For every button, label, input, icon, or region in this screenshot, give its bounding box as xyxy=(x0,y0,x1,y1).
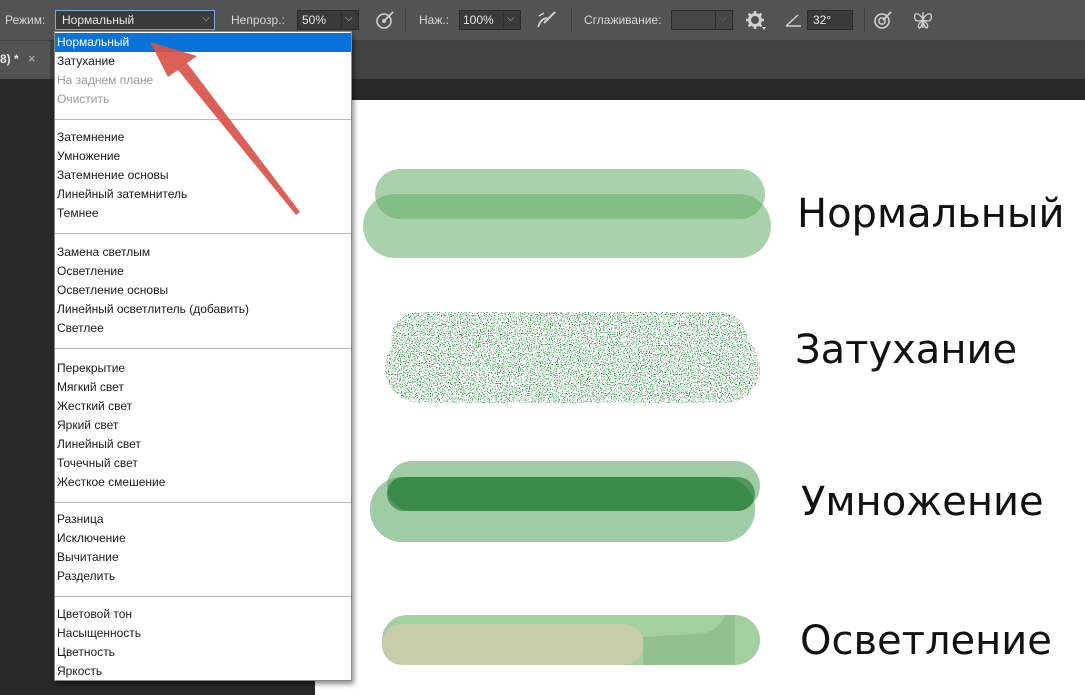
menu-group: Замена светлым Осветление Осветление основ… xyxy=(55,243,351,338)
menu-item[interactable]: Цветность xyxy=(55,643,351,662)
menu-item[interactable]: Вычитание xyxy=(55,548,351,567)
smoothing-label: Сглаживание: xyxy=(584,13,662,27)
menu-divider xyxy=(55,596,351,597)
airbrush-pressure-icon[interactable] xyxy=(374,9,396,31)
menu-item[interactable]: Нормальный xyxy=(55,33,351,52)
menu-item[interactable]: Замена светлым xyxy=(55,243,351,262)
document-tab-title: 8) * xyxy=(0,52,19,66)
mode-select[interactable]: Нормальный ⌵ xyxy=(55,10,215,30)
menu-item[interactable]: Линейный осветлитель (добавить) xyxy=(55,300,351,319)
opacity-label: Непрозр.: xyxy=(231,13,285,27)
angle-value: 32° xyxy=(813,13,832,27)
pressure-input[interactable]: 100% ⌵ xyxy=(459,10,521,30)
mode-label: Режим: xyxy=(5,13,46,27)
menu-item[interactable]: Перекрытие xyxy=(55,359,351,378)
menu-item: Очистить xyxy=(57,92,110,106)
menu-item[interactable]: Яркий свет xyxy=(55,416,351,435)
pressure-value: 100% xyxy=(463,13,494,27)
menu-item[interactable]: Светлее xyxy=(55,319,351,338)
menu-group: Цветовой тон Насыщенность Цветность Яркость xyxy=(55,605,351,681)
menu-item[interactable]: Темнее xyxy=(55,204,351,223)
mode-select-value: Нормальный xyxy=(62,13,135,27)
menu-item[interactable]: Насыщенность xyxy=(55,624,351,643)
close-icon[interactable]: × xyxy=(28,51,36,66)
angle-icon xyxy=(785,14,801,27)
multiply-label: Умножение xyxy=(801,479,1044,525)
brush-samples xyxy=(363,169,771,665)
menu-group: Затемнение Умножение Затемнение основы Лине… xyxy=(55,128,351,223)
pressure-dropdown-button[interactable]: ⌵ xyxy=(503,11,520,29)
menu-item[interactable]: Яркость xyxy=(55,662,351,681)
menu-item[interactable]: Осветление основы xyxy=(55,281,351,300)
normal-blend-sample xyxy=(363,169,771,258)
smoothing-dropdown-button[interactable]: ⌵ xyxy=(715,11,732,29)
color-dodge-blend-sample xyxy=(382,615,760,665)
menu-item[interactable]: Осветление xyxy=(55,262,351,281)
document-canvas[interactable]: Нормальный Затухание Умножение Осветлени… xyxy=(315,100,1085,695)
menu-item[interactable]: Линейный свет xyxy=(55,435,351,454)
pressure-label: Наж.: xyxy=(419,13,450,27)
angle-input[interactable]: 32° xyxy=(807,10,853,30)
menu-item[interactable]: Мягкий свет xyxy=(55,378,351,397)
menu-group: Перекрытие Мягкий свет Жесткий свет Яркий с… xyxy=(55,359,351,492)
menu-item[interactable]: Точечный свет xyxy=(55,454,351,473)
opacity-value: 50% xyxy=(302,13,327,27)
menu-divider xyxy=(55,348,351,349)
menu-item[interactable]: Жесткое смешение xyxy=(55,473,351,492)
pressure-opacity-icon[interactable] xyxy=(535,9,557,31)
menu-item: На заднем плане xyxy=(57,73,154,87)
menu-divider xyxy=(55,233,351,234)
menu-item[interactable]: Разница xyxy=(55,510,351,529)
menu-item[interactable]: Умножение xyxy=(55,147,351,166)
blend-mode-menu[interactable]: Нормальный Затухание На заднем плане Очисти… xyxy=(54,31,352,681)
menu-item[interactable]: Разделить xyxy=(55,567,351,586)
opacity-input[interactable]: 50% ⌵ xyxy=(297,10,359,30)
gear-icon[interactable] xyxy=(745,9,767,31)
opacity-dropdown-button[interactable]: ⌵ xyxy=(341,11,358,29)
symmetry-butterfly-icon[interactable] xyxy=(912,9,934,31)
smoothing-input[interactable]: ⌵ xyxy=(671,10,733,30)
menu-item[interactable]: Затемнение xyxy=(55,128,351,147)
color-dodge-label: Осветление xyxy=(800,618,1052,664)
menu-item[interactable]: Затухание xyxy=(55,52,351,71)
menu-item[interactable]: Линейный затемнитель xyxy=(55,185,351,204)
chevron-down-icon: ⌵ xyxy=(202,13,210,24)
menu-item[interactable]: Жесткий свет xyxy=(55,397,351,416)
dissolve-label: Затухание xyxy=(795,327,1018,373)
menu-item[interactable]: Исключение xyxy=(55,529,351,548)
chevron-down-icon: ⌵ xyxy=(719,13,727,24)
dissolve-blend-sample xyxy=(385,312,760,403)
multiply-blend-sample xyxy=(370,461,760,542)
normal-label: Нормальный xyxy=(797,191,1065,237)
chevron-down-icon: ⌵ xyxy=(345,13,353,24)
stylus-size-icon[interactable] xyxy=(872,9,894,31)
document-tab[interactable]: 8) * × xyxy=(0,41,50,79)
menu-divider xyxy=(55,502,351,503)
menu-item[interactable]: Затемнение основы xyxy=(55,166,351,185)
menu-divider xyxy=(55,119,351,120)
chevron-down-icon: ⌵ xyxy=(507,13,515,24)
menu-group: Нормальный Затухание На заднем плане Очисти… xyxy=(55,33,351,109)
menu-group: Разница Исключение Вычитание Разделить xyxy=(55,510,351,586)
menu-item[interactable]: Цветовой тон xyxy=(55,605,351,624)
